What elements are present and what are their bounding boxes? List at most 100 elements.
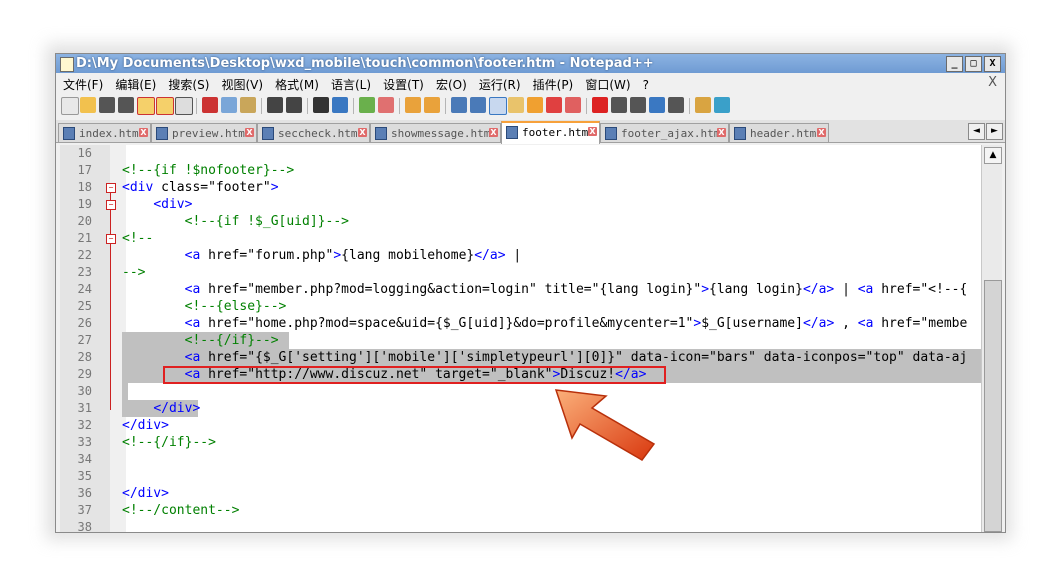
menu-language[interactable]: 语言(L) [331, 75, 371, 95]
code-line[interactable]: 38 [60, 519, 981, 532]
tab-preview[interactable]: preview.htm X [151, 123, 257, 142]
code-line[interactable]: 23 --> [60, 264, 981, 281]
maximize-button[interactable]: □ [965, 56, 982, 72]
notepad-app-icon [60, 57, 74, 72]
tab-close-icon[interactable]: X [358, 128, 367, 137]
tab-scroll-right-icon[interactable]: ► [986, 123, 1003, 140]
record-macro-icon[interactable] [592, 97, 608, 113]
print-icon[interactable] [175, 97, 193, 115]
run-macro-multiple-icon[interactable] [649, 97, 665, 113]
cut-icon[interactable] [202, 97, 218, 113]
playback-icon[interactable] [630, 97, 646, 113]
code-text: <a href="member.php?mod=logging&action=l… [184, 282, 968, 297]
save-icon[interactable] [99, 97, 115, 113]
code-line[interactable]: 31 </div> [60, 400, 981, 417]
code-line[interactable]: 17 <!--{if !$nofooter}--> [60, 162, 981, 179]
spellcheck-icon[interactable] [714, 97, 730, 113]
tab-header[interactable]: header.htm X [729, 123, 829, 142]
code-line[interactable]: 33 <!--{/if}--> [60, 434, 981, 451]
code-line[interactable]: 22 <a href="forum.php">{lang mobilehome}… [60, 247, 981, 264]
vertical-scrollbar[interactable]: ▲ [981, 145, 1002, 532]
plugin-icon[interactable] [695, 97, 711, 113]
close-file-icon[interactable] [137, 97, 155, 115]
tab-scroll-left-icon[interactable]: ◄ [968, 123, 985, 140]
code-line[interactable]: 35 [60, 468, 981, 485]
redo-icon[interactable] [286, 97, 302, 113]
folder-as-workspace-icon[interactable] [565, 97, 581, 113]
menu-help[interactable]: ? [643, 75, 649, 95]
code-line[interactable]: 25 <!--{else}--> [60, 298, 981, 315]
code-line[interactable]: 28 <a href="{$_G['setting']['mobile']['s… [60, 349, 981, 366]
fold-toggle-icon[interactable]: − [106, 234, 116, 244]
code-line[interactable]: 16 [60, 145, 981, 162]
tab-close-icon[interactable]: X [717, 128, 726, 137]
code-line[interactable]: 26 <a href="home.php?mod=space&uid={$_G[… [60, 315, 981, 332]
code-line[interactable]: 30 [60, 383, 981, 400]
line-number: 22 [77, 248, 92, 262]
tab-footer[interactable]: footer.htm X [501, 121, 600, 144]
code-text: <div> [153, 197, 193, 212]
tab-footer-ajax[interactable]: footer_ajax.htm X [600, 123, 729, 142]
close-all-icon[interactable] [156, 97, 174, 115]
tab-close-icon[interactable]: X [588, 127, 597, 136]
code-line[interactable]: 34 [60, 451, 981, 468]
word-wrap-icon[interactable] [451, 97, 467, 113]
code-line[interactable]: 32 </div> [60, 417, 981, 434]
sync-vertical-icon[interactable] [405, 97, 421, 113]
menu-settings[interactable]: 设置(T) [383, 75, 424, 95]
code-line[interactable]: 21 − <!-- [60, 230, 981, 247]
stop-recording-icon[interactable] [611, 97, 627, 113]
tab-seccheck[interactable]: seccheck.htm X [257, 123, 370, 142]
save-macro-icon[interactable] [668, 97, 684, 113]
menu-file[interactable]: 文件(F) [63, 75, 103, 95]
tab-close-icon[interactable]: X [817, 128, 826, 137]
code-line[interactable]: 18 − <div class="footer"> [60, 179, 981, 196]
menu-macro[interactable]: 宏(O) [436, 75, 467, 95]
tab-close-icon[interactable]: X [139, 128, 148, 137]
indent-guide-icon[interactable] [489, 97, 507, 115]
undo-icon[interactable] [267, 97, 283, 113]
code-line[interactable]: 19 − <div> [60, 196, 981, 213]
menu-window[interactable]: 窗口(W) [585, 75, 630, 95]
sync-horizontal-icon[interactable] [424, 97, 440, 113]
tab-index[interactable]: index.htm X [58, 123, 151, 142]
find-icon[interactable] [313, 97, 329, 113]
fold-toggle-icon[interactable]: − [106, 200, 116, 210]
tab-close-icon[interactable]: X [489, 128, 498, 137]
function-list-icon[interactable] [546, 97, 562, 113]
tab-showmessage[interactable]: showmessage.htm X [370, 123, 501, 142]
zoom-out-icon[interactable] [378, 97, 394, 113]
tab-close-icon[interactable]: X [245, 128, 254, 137]
fold-toggle-icon[interactable]: − [106, 183, 116, 193]
line-number: 37 [77, 503, 92, 517]
scroll-up-icon[interactable]: ▲ [984, 147, 1002, 164]
code-line[interactable]: 36 </div> [60, 485, 981, 502]
code-line[interactable]: 27 <!--{/if}--> [60, 332, 981, 349]
menu-edit[interactable]: 编辑(E) [115, 75, 156, 95]
replace-icon[interactable] [332, 97, 348, 113]
menu-run[interactable]: 运行(R) [479, 75, 521, 95]
code-line[interactable]: 20 <!--{if !$_G[uid]}--> [60, 213, 981, 230]
user-defined-language-icon[interactable] [508, 97, 524, 113]
code-editor[interactable]: 16 17 <!--{if !$nofooter}--> 18− <div class=… [60, 145, 981, 532]
menu-plugins[interactable]: 插件(P) [533, 75, 574, 95]
doc-map-icon[interactable] [527, 97, 543, 113]
title-bar[interactable]: D:\My Documents\Desktop\wxd_mobile\touch… [56, 54, 1005, 73]
new-file-icon[interactable] [61, 97, 79, 115]
scroll-thumb[interactable] [984, 280, 1002, 532]
close-button[interactable]: X [984, 56, 1001, 72]
open-file-icon[interactable] [80, 97, 96, 113]
line-number: 32 [77, 418, 92, 432]
menu-view[interactable]: 视图(V) [222, 75, 264, 95]
copy-icon[interactable] [221, 97, 237, 113]
code-line[interactable]: 24 <a href="member.php?mod=logging&actio… [60, 281, 981, 298]
minimize-button[interactable]: _ [946, 56, 963, 72]
code-line[interactable]: 37 <!--/content--> [60, 502, 981, 519]
paste-icon[interactable] [240, 97, 256, 113]
document-close-button[interactable]: X [988, 75, 997, 90]
menu-format[interactable]: 格式(M) [275, 75, 319, 95]
zoom-in-icon[interactable] [359, 97, 375, 113]
show-all-chars-icon[interactable] [470, 97, 486, 113]
save-all-icon[interactable] [118, 97, 134, 113]
menu-search[interactable]: 搜索(S) [168, 75, 209, 95]
